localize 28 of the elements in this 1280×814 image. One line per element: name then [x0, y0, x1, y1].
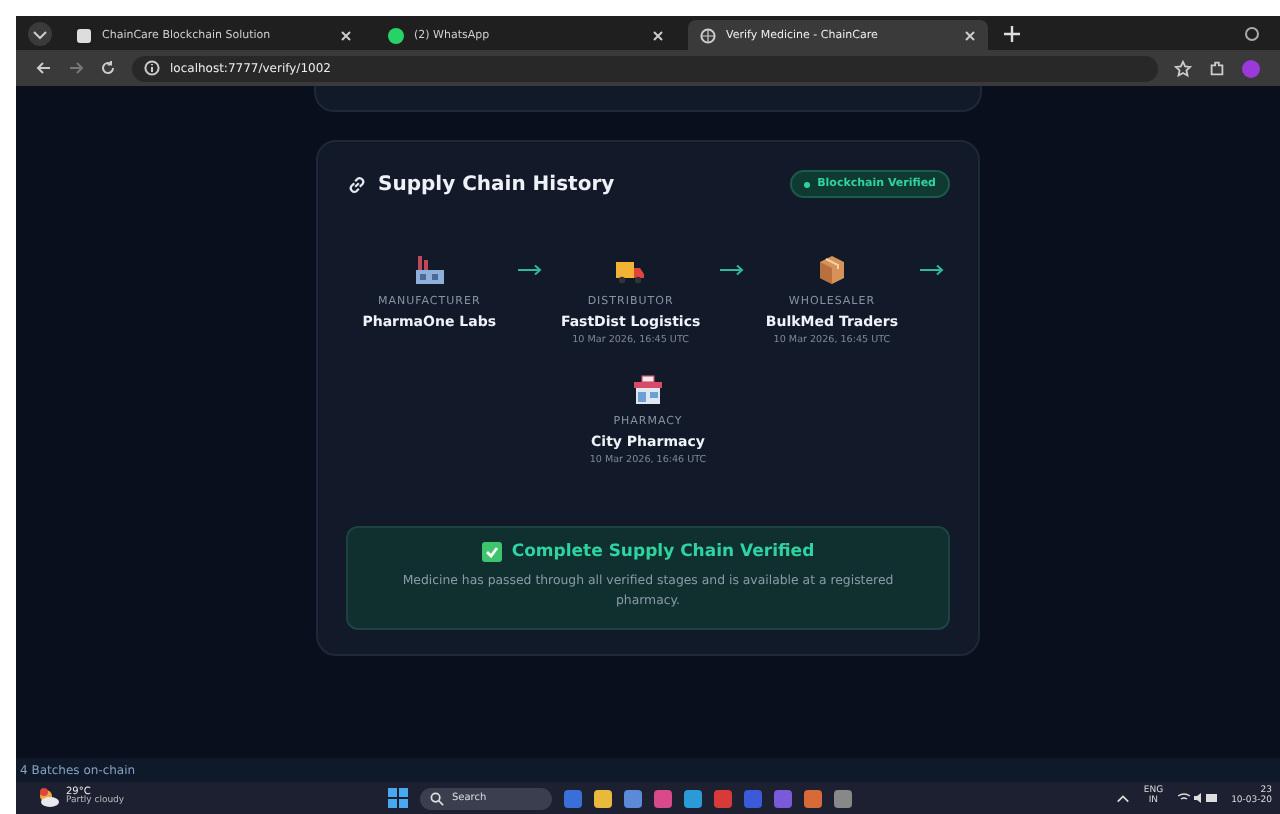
search-icon: [429, 791, 444, 805]
system-tray-icons[interactable]: [1177, 792, 1218, 804]
arrow-icon: [920, 264, 945, 276]
tab-list-icon[interactable]: [28, 21, 52, 45]
chevron-up-icon[interactable]: [1115, 793, 1130, 803]
arrow-icon: [517, 264, 542, 276]
shop-icon: [632, 374, 664, 406]
chat-icon: [388, 27, 404, 43]
star-icon[interactable]: [1174, 59, 1192, 77]
check-icon: [481, 542, 502, 562]
arrow-icon: [719, 264, 744, 276]
close-icon[interactable]: [652, 29, 664, 41]
reload-icon[interactable]: [100, 60, 116, 76]
document-icon: [76, 27, 92, 43]
box-icon: [815, 254, 848, 286]
factory-icon: [413, 254, 446, 286]
link-icon: [346, 173, 368, 195]
forward-icon[interactable]: [68, 60, 84, 76]
new-tab-icon[interactable]: [1004, 25, 1020, 41]
globe-icon: [700, 27, 716, 43]
info-icon: [144, 60, 160, 76]
card-title: Supply Chain History: [378, 173, 615, 195]
close-icon[interactable]: [964, 29, 976, 41]
start-icon[interactable]: [387, 788, 408, 808]
weather-icon[interactable]: [36, 786, 60, 810]
summary-title: Complete Supply Chain Verified: [511, 542, 815, 562]
back-icon[interactable]: [36, 60, 52, 76]
close-icon[interactable]: [340, 29, 352, 41]
